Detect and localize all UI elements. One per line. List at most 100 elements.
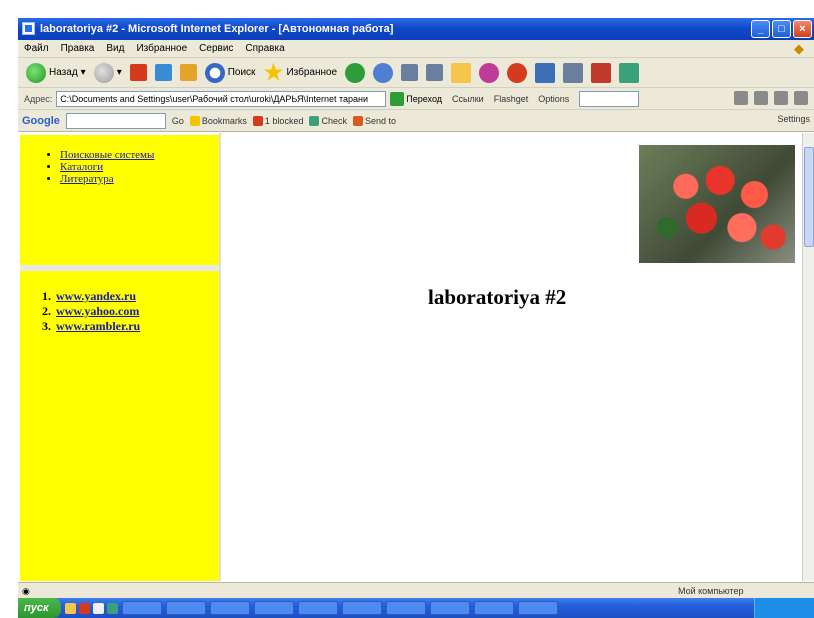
heart-icon[interactable] (591, 62, 612, 83)
menu-file[interactable]: Файл (24, 40, 49, 57)
sites-list: www.yandex.ru www.yahoo.com www.rambler.… (54, 289, 219, 334)
nav-link-catalogs[interactable]: Каталоги (60, 161, 103, 173)
forward-arrow-icon (93, 62, 114, 83)
system-tray[interactable] (754, 598, 814, 618)
address-input[interactable]: C:\Documents and Settings\user\Рабочий с… (56, 90, 387, 107)
taskbar-button[interactable] (121, 601, 162, 615)
check-icon (309, 115, 320, 126)
taskbar-button[interactable] (341, 601, 382, 615)
favorites-label: Избранное (286, 67, 338, 78)
search-button[interactable]: Поиск (204, 62, 255, 83)
toolbar-search-input[interactable] (579, 90, 640, 107)
options-button[interactable]: Options (538, 94, 569, 104)
folder-icon[interactable] (451, 62, 472, 83)
back-button[interactable]: Назад ▾ (26, 62, 86, 83)
mail-icon[interactable] (401, 64, 419, 81)
taskbar-button[interactable] (209, 601, 250, 615)
maximize-button[interactable]: □ (772, 20, 791, 38)
menu-tools[interactable]: Сервис (199, 40, 233, 57)
roses-image (639, 145, 795, 263)
history-icon[interactable] (373, 62, 394, 83)
print-preview-icon[interactable] (794, 91, 808, 105)
site-link-rambler[interactable]: www.rambler.ru (56, 319, 140, 333)
page-content: Поисковые системы Каталоги Литература ww… (18, 133, 814, 581)
scrollbar-thumb[interactable] (804, 147, 814, 247)
stop-icon[interactable] (129, 64, 147, 81)
back-arrow-icon (26, 62, 46, 83)
quicklaunch-icon[interactable] (64, 602, 76, 614)
google-search-input[interactable] (65, 112, 166, 129)
vertical-scrollbar[interactable] (802, 133, 814, 581)
window-title-bar[interactable]: laboratoriya #2 - Microsoft Internet Exp… (18, 18, 814, 40)
start-button[interactable]: пуск (18, 598, 61, 618)
go-arrow-icon (390, 91, 405, 106)
media-icon[interactable] (345, 62, 366, 83)
check-label: Check (321, 115, 347, 126)
bookmarks-label: Bookmarks (201, 115, 247, 126)
quicklaunch-icon[interactable] (92, 602, 104, 614)
target-icon[interactable] (507, 62, 528, 83)
quicklaunch-icon[interactable] (106, 602, 118, 614)
vertical-frame-divider[interactable] (219, 133, 221, 581)
site-link-yahoo[interactable]: www.yahoo.com (56, 304, 139, 318)
send-icon (352, 115, 363, 126)
send-to-label: Send to (364, 115, 396, 126)
google-go-button[interactable]: Go (172, 116, 184, 126)
share-icon[interactable] (774, 91, 788, 105)
blocked-icon (252, 115, 263, 126)
google-bookmarks-button[interactable]: Bookmarks (189, 115, 247, 126)
list-item: Каталоги (60, 161, 219, 173)
popup-blocked-button[interactable]: 1 blocked (252, 115, 304, 126)
list-item: www.rambler.ru (54, 319, 219, 334)
quick-launch (64, 602, 118, 614)
search-icon (204, 62, 225, 83)
list-item: Литература (60, 173, 219, 185)
nav-link-literature[interactable]: Литература (60, 173, 114, 185)
refresh-icon[interactable] (154, 64, 172, 81)
taskbar-button[interactable] (385, 601, 426, 615)
taskbar-button[interactable] (473, 601, 514, 615)
favorites-button[interactable]: Избранное (263, 62, 338, 83)
messenger-icon[interactable] (479, 62, 500, 83)
spell-check-button[interactable]: Check (309, 115, 347, 126)
status-bar: ◉ Мой компьютер (18, 582, 814, 598)
chat-icon[interactable] (619, 62, 640, 83)
flashget-button[interactable]: Flashget (494, 94, 529, 104)
print-icon[interactable] (426, 64, 444, 81)
forward-button[interactable]: ▾ (93, 62, 122, 83)
menu-favorites[interactable]: Избранное (136, 40, 187, 57)
menu-help[interactable]: Справка (245, 40, 284, 57)
go-label: Переход (406, 93, 443, 104)
list-item: Поисковые системы (60, 149, 219, 161)
windows-taskbar: пуск (18, 598, 814, 618)
bookmark-icon[interactable] (535, 62, 556, 83)
star-icon (263, 62, 284, 81)
quicklaunch-icon[interactable] (78, 602, 90, 614)
site-link-yandex[interactable]: www.yandex.ru (56, 289, 136, 303)
google-logo[interactable]: Google (22, 115, 60, 127)
security-zone: Мой компьютер (678, 586, 744, 596)
menu-edit[interactable]: Правка (61, 40, 95, 57)
taskbar-button[interactable] (429, 601, 470, 615)
sites-frame: www.yandex.ru www.yahoo.com www.rambler.… (20, 271, 219, 581)
standard-toolbar: Назад ▾ ▾ Поиск Избранное (18, 58, 814, 88)
nav-link-search-engines[interactable]: Поисковые системы (60, 149, 154, 161)
home-icon[interactable] (179, 64, 197, 81)
menu-view[interactable]: Вид (106, 40, 124, 57)
google-settings-button[interactable]: Settings (777, 114, 810, 124)
zoom-icon[interactable] (734, 91, 748, 105)
windows-logo-icon: ◆ (794, 41, 804, 56)
taskbar-button[interactable] (253, 601, 294, 615)
window-icon[interactable] (563, 62, 584, 83)
taskbar-button[interactable] (165, 601, 206, 615)
taskbar-button[interactable] (517, 601, 558, 615)
menu-bar: Файл Правка Вид Избранное Сервис Справка… (18, 40, 814, 58)
send-to-button[interactable]: Send to (352, 115, 396, 126)
close-button[interactable]: × (793, 20, 812, 38)
links-label[interactable]: Ссылки (452, 94, 484, 104)
blocked-label: 1 blocked (264, 115, 304, 126)
minimize-button[interactable]: _ (751, 20, 770, 38)
go-button[interactable]: Переход (390, 91, 443, 106)
settings-icon[interactable] (754, 91, 768, 105)
taskbar-button[interactable] (297, 601, 338, 615)
